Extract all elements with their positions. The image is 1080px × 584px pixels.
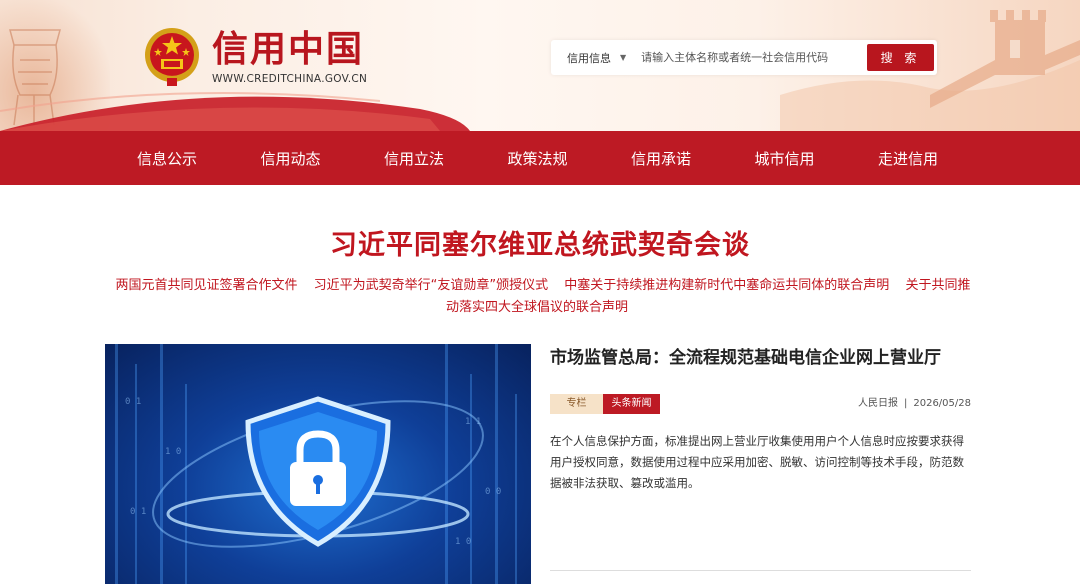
site-url: WWW.CREDITCHINA.GOV.CN: [212, 73, 368, 85]
main-nav: 信息公示 信用动态 信用立法 政策法规 信用承诺 城市信用 走进信用: [0, 131, 1080, 185]
headline-sub-links: 两国元首共同见证签署合作文件 习近平为武契奇举行“友谊勋章”颁授仪式 中塞关于持…: [105, 275, 975, 319]
tag-headline-news[interactable]: 头条新闻: [603, 394, 660, 414]
article-title[interactable]: 市场监管总局：全流程规范基础电信企业网上营业厅: [550, 344, 971, 372]
article-meta: 人民日报 | 2026/05/28: [858, 394, 971, 414]
tag-column[interactable]: 专栏: [550, 394, 603, 414]
sub-link[interactable]: 习近平为武契奇举行“友谊勋章”颁授仪式: [314, 278, 548, 293]
meta-separator: |: [903, 398, 908, 409]
article-summary: 在个人信息保护方面，标准提出网上营业厅收集使用用户个人信息时应按要求获得用户授权…: [550, 434, 964, 490]
site-logo[interactable]: 信用中国 WWW.CREDITCHINA.GOV.CN: [143, 26, 367, 88]
feature-image[interactable]: 0 11 00 1 1 10 01 0: [105, 344, 531, 584]
nav-item-policies[interactable]: 政策法规: [508, 148, 632, 169]
nav-item-credit-news[interactable]: 信用动态: [261, 148, 385, 169]
svg-text:1 0: 1 0: [455, 537, 471, 547]
nav-item-credit-commitment[interactable]: 信用承诺: [631, 148, 755, 169]
search-input[interactable]: [641, 51, 862, 64]
site-header: 信用中国 WWW.CREDITCHINA.GOV.CN 信用信息 ▼ 搜 索: [0, 0, 1080, 131]
site-title: 信用中国: [212, 28, 365, 70]
svg-text:0 0: 0 0: [485, 487, 501, 497]
svg-text:0 1: 0 1: [125, 397, 141, 407]
headline-title[interactable]: 习近平同塞尔维亚总统武契奇会谈: [0, 223, 1080, 262]
nav-item-about-credit[interactable]: 走进信用: [878, 148, 1002, 169]
sub-link[interactable]: 中塞关于持续推进构建新时代中塞命运共同体的联合声明: [564, 278, 889, 293]
divider: [550, 570, 971, 571]
article-date: 2026/05/28: [913, 398, 971, 409]
search-type-label: 信用信息: [567, 51, 611, 65]
nav-item-info-disclosure[interactable]: 信息公示: [137, 148, 261, 169]
svg-text:1 0: 1 0: [165, 447, 181, 457]
caret-down-icon: ▼: [620, 53, 627, 62]
nav-item-credit-legislation[interactable]: 信用立法: [384, 148, 508, 169]
search-bar: 信用信息 ▼ 搜 索: [551, 40, 937, 75]
headline-section: 习近平同塞尔维亚总统武契奇会谈 两国元首共同见证签署合作文件 习近平为武契奇举行…: [0, 223, 1080, 319]
sub-link[interactable]: 两国元首共同见证签署合作文件: [116, 278, 298, 293]
feature-body: 市场监管总局：全流程规范基础电信企业网上营业厅 专栏 头条新闻 人民日报 | 202…: [550, 344, 971, 494]
search-type-dropdown[interactable]: 信用信息 ▼: [567, 50, 626, 66]
svg-text:0 1: 0 1: [130, 507, 146, 517]
nav-item-city-credit[interactable]: 城市信用: [755, 148, 879, 169]
feature-article: 0 11 00 1 1 10 01 0 市场监管总局：全流程规范基础电信企业网上…: [105, 344, 971, 584]
article-meta-row: 专栏 头条新闻 人民日报 | 2026/05/28: [550, 394, 971, 414]
search-button[interactable]: 搜 索: [867, 44, 934, 71]
national-emblem-icon: [145, 28, 199, 86]
article-source: 人民日报: [857, 398, 898, 409]
